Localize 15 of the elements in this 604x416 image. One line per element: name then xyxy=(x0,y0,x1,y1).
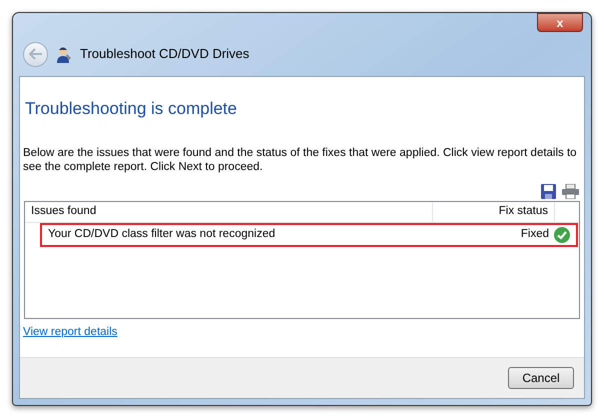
save-icon[interactable] xyxy=(541,184,556,198)
issue-text: Your CD/DVD class filter was not recognized xyxy=(47,226,276,242)
close-button[interactable]: x xyxy=(537,13,583,32)
window-title: Troubleshoot CD/DVD Drives xyxy=(80,45,250,64)
back-arrow-icon xyxy=(28,48,42,60)
column-header[interactable]: Issues found xyxy=(25,202,433,222)
column-header[interactable]: Fix status xyxy=(433,202,555,222)
issue-row[interactable]: Your CD/DVD class filter was not recognized Fixed xyxy=(40,222,578,246)
page-heading: Troubleshooting is complete xyxy=(25,98,238,120)
description-text: Below are the issues that were found and the status of the fixes that were applied. Click view report details to see the complete report. Click Next to proceed. xyxy=(23,146,578,174)
print-icon[interactable] xyxy=(562,184,579,198)
technician-icon xyxy=(56,46,72,62)
report-link[interactable]: View report details xyxy=(23,324,118,341)
status-text: Fixed xyxy=(520,226,550,242)
cancel-button[interactable]: Cancel xyxy=(508,367,574,389)
